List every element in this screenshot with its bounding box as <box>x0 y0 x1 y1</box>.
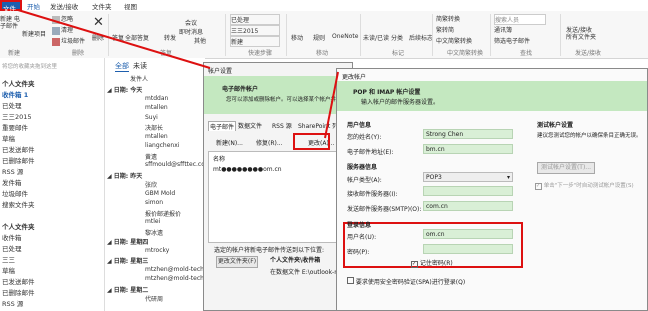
arrow-line <box>324 71 339 139</box>
arrow-line <box>17 9 211 69</box>
annotation-arrows <box>17 9 339 139</box>
